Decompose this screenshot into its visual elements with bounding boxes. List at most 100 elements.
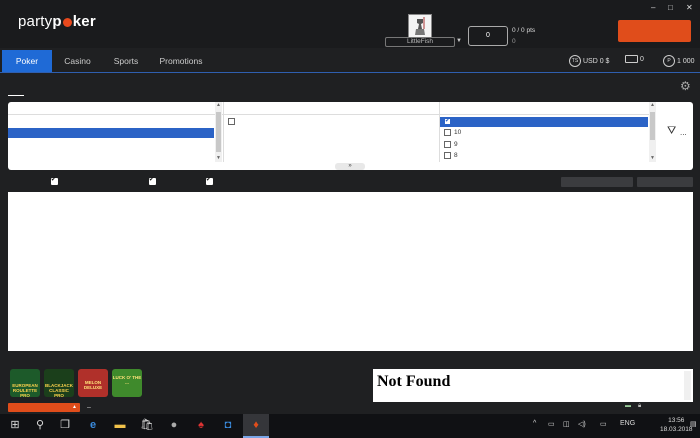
chevron-up-icon[interactable]: ^ [533, 420, 536, 427]
scroll-down-icon[interactable]: ▼ [650, 155, 655, 161]
table-options-row [8, 176, 693, 188]
scrollbar[interactable]: ▲ ▼ [215, 102, 222, 162]
points-count: 1 000 [677, 57, 695, 65]
tab-promotions[interactable]: Promotions [152, 50, 210, 72]
task-view-icon[interactable]: ❐ [58, 418, 72, 432]
display-icon[interactable]: ▭ [600, 420, 607, 428]
clock-date: 18.03.2018 [660, 426, 693, 433]
filter-option-label: 10 [454, 129, 462, 136]
app-icon[interactable]: ● [167, 418, 181, 432]
logo-text-ker: ker [72, 13, 96, 30]
game-list-table[interactable] [8, 192, 693, 351]
logo-chip-icon [62, 17, 72, 27]
filter-column-header [224, 102, 439, 115]
scroll-up-icon[interactable]: ▲ [216, 102, 221, 108]
gear-icon[interactable]: ⚙ [680, 79, 691, 93]
game-thumbnail-blackjack[interactable]: BLACKJACK CLASSIC PRO [44, 369, 74, 397]
game-thumbnail-european-roulette[interactable]: EUROPEAN ROULETTE PRO [10, 369, 40, 397]
collapse-filters-button[interactable]: » [335, 163, 365, 170]
edge-browser-icon[interactable]: e [86, 418, 100, 432]
game-thumbnail-title: LUCK O' THE ... [112, 375, 142, 385]
tab-poker[interactable]: Poker [2, 50, 52, 72]
scrollbar-thumb[interactable] [216, 112, 221, 152]
avatar-knight-icon [409, 15, 431, 37]
bottom-dash: – [87, 404, 91, 411]
avatar[interactable] [408, 14, 432, 38]
search-icon[interactable]: ⚲ [33, 418, 47, 432]
game-thumbnail-melon-deluxe[interactable]: MELON DELUXE [78, 369, 108, 397]
scrollbar[interactable] [684, 371, 691, 400]
scrollbar-thumb[interactable] [650, 112, 655, 140]
scroll-up-icon[interactable]: ▲ [650, 102, 655, 108]
shield-app-icon[interactable]: ◘ [221, 418, 235, 432]
connection-icon: ▬ [625, 403, 631, 409]
filter-checkbox-10[interactable] [444, 129, 451, 136]
points-sub: 0 [512, 38, 516, 45]
tickets-balance[interactable]: 0 [625, 55, 644, 63]
not-found-message: Not Found [377, 373, 451, 390]
filter-checkbox-8[interactable] [444, 152, 451, 159]
cash-balance-label: USD 0 $ [583, 57, 610, 65]
tab-sports[interactable]: Sports [105, 50, 147, 72]
filter-column-2 [224, 102, 439, 162]
lobby-subtab-indicator[interactable] [8, 95, 24, 96]
grey-toolbar-button[interactable] [561, 177, 633, 187]
poker-client-window: partyp ker – □ ✕ LittleFish ▼ 0 0 / 0 pts… [0, 0, 700, 414]
store-icon[interactable]: 🛍︎ [140, 418, 154, 432]
option-checkbox[interactable] [149, 176, 156, 185]
filter-column-header [8, 102, 223, 115]
close-button[interactable]: ✕ [686, 3, 693, 12]
filter-checkbox-9[interactable] [444, 141, 451, 148]
lock-icon: 🔒︎ [638, 403, 642, 409]
orange-dropdown-button[interactable]: ▲ [8, 403, 80, 412]
network-icon[interactable]: ◫ [563, 420, 570, 428]
funnel-filter-icon[interactable]: ⛛ [667, 125, 676, 138]
option-checkbox[interactable] [206, 176, 213, 185]
language-indicator[interactable]: ENG [620, 420, 635, 427]
deposit-button[interactable] [618, 20, 691, 42]
news-frame: Not Found [373, 369, 693, 402]
maximize-button[interactable]: □ [668, 3, 673, 12]
system-clock[interactable]: 13:56 18.03.2018 [660, 416, 693, 434]
game-thumbnail-title: BLACKJACK CLASSIC PRO [45, 383, 73, 397]
scroll-down-icon[interactable]: ▼ [216, 155, 221, 161]
windows-start-icon[interactable]: ⊞ [8, 418, 22, 432]
scrollbar[interactable]: ▲ ▼ [649, 102, 656, 162]
game-thumbnail-luck-o-the[interactable]: LUCK O' THE ... [112, 369, 142, 397]
notifications-icon[interactable]: ▤ [690, 420, 697, 428]
partypoker-logo[interactable]: partyp ker [18, 13, 96, 30]
game-thumbnail-title: MELON DELUXE [83, 380, 103, 390]
battery-icon[interactable]: ▭ [548, 420, 555, 428]
minimize-button[interactable]: – [651, 3, 655, 12]
top-header: partyp ker – □ ✕ LittleFish ▼ 0 0 / 0 pts… [0, 0, 700, 48]
selected-filter-option[interactable] [8, 128, 214, 138]
filter-checkbox[interactable] [228, 118, 235, 125]
file-explorer-icon[interactable]: ▬ [113, 418, 127, 432]
cash-balance[interactable]: TS USD 0 $ [569, 55, 609, 67]
partypoker-taskbar-icon: ♦ [253, 419, 259, 431]
points-balance[interactable]: P1 000 [663, 55, 695, 67]
ticket-icon [625, 55, 638, 63]
points-icon: P [663, 55, 675, 67]
filter-option-label: 9 [454, 141, 458, 148]
game-filter-panel: ▲ ▼ 10 9 8 ▲ ▼ [8, 102, 693, 170]
nav-divider [0, 72, 700, 73]
tickets-count: 0 [640, 55, 644, 63]
volume-icon[interactable]: ◁) [578, 420, 586, 428]
option-checkbox[interactable] [51, 176, 58, 185]
chevron-down-icon[interactable]: ▼ [456, 38, 462, 44]
game-thumbnail-title: EUROPEAN ROULETTE PRO [12, 383, 38, 397]
clock-time: 13:56 [668, 417, 685, 424]
filter-checkbox-all[interactable] [444, 117, 451, 125]
tournament-dollar-icon: TS [569, 55, 581, 67]
tab-casino[interactable]: Casino [55, 50, 100, 72]
points-label: 0 / 0 pts [512, 27, 536, 34]
points-balance-box[interactable]: 0 [468, 26, 508, 46]
username-dropdown[interactable]: LittleFish [385, 37, 455, 47]
selected-filter-option[interactable] [440, 117, 648, 127]
more-filters-icon[interactable]: ... [680, 128, 687, 137]
grey-toolbar-button[interactable] [637, 177, 693, 187]
filter-column-header [440, 102, 656, 115]
poker-app-icon[interactable]: ♠ [194, 418, 208, 432]
windows-taskbar: ⊞ ⚲ ❐ e ▬ 🛍︎ ● ♠ ◘ [0, 414, 700, 438]
